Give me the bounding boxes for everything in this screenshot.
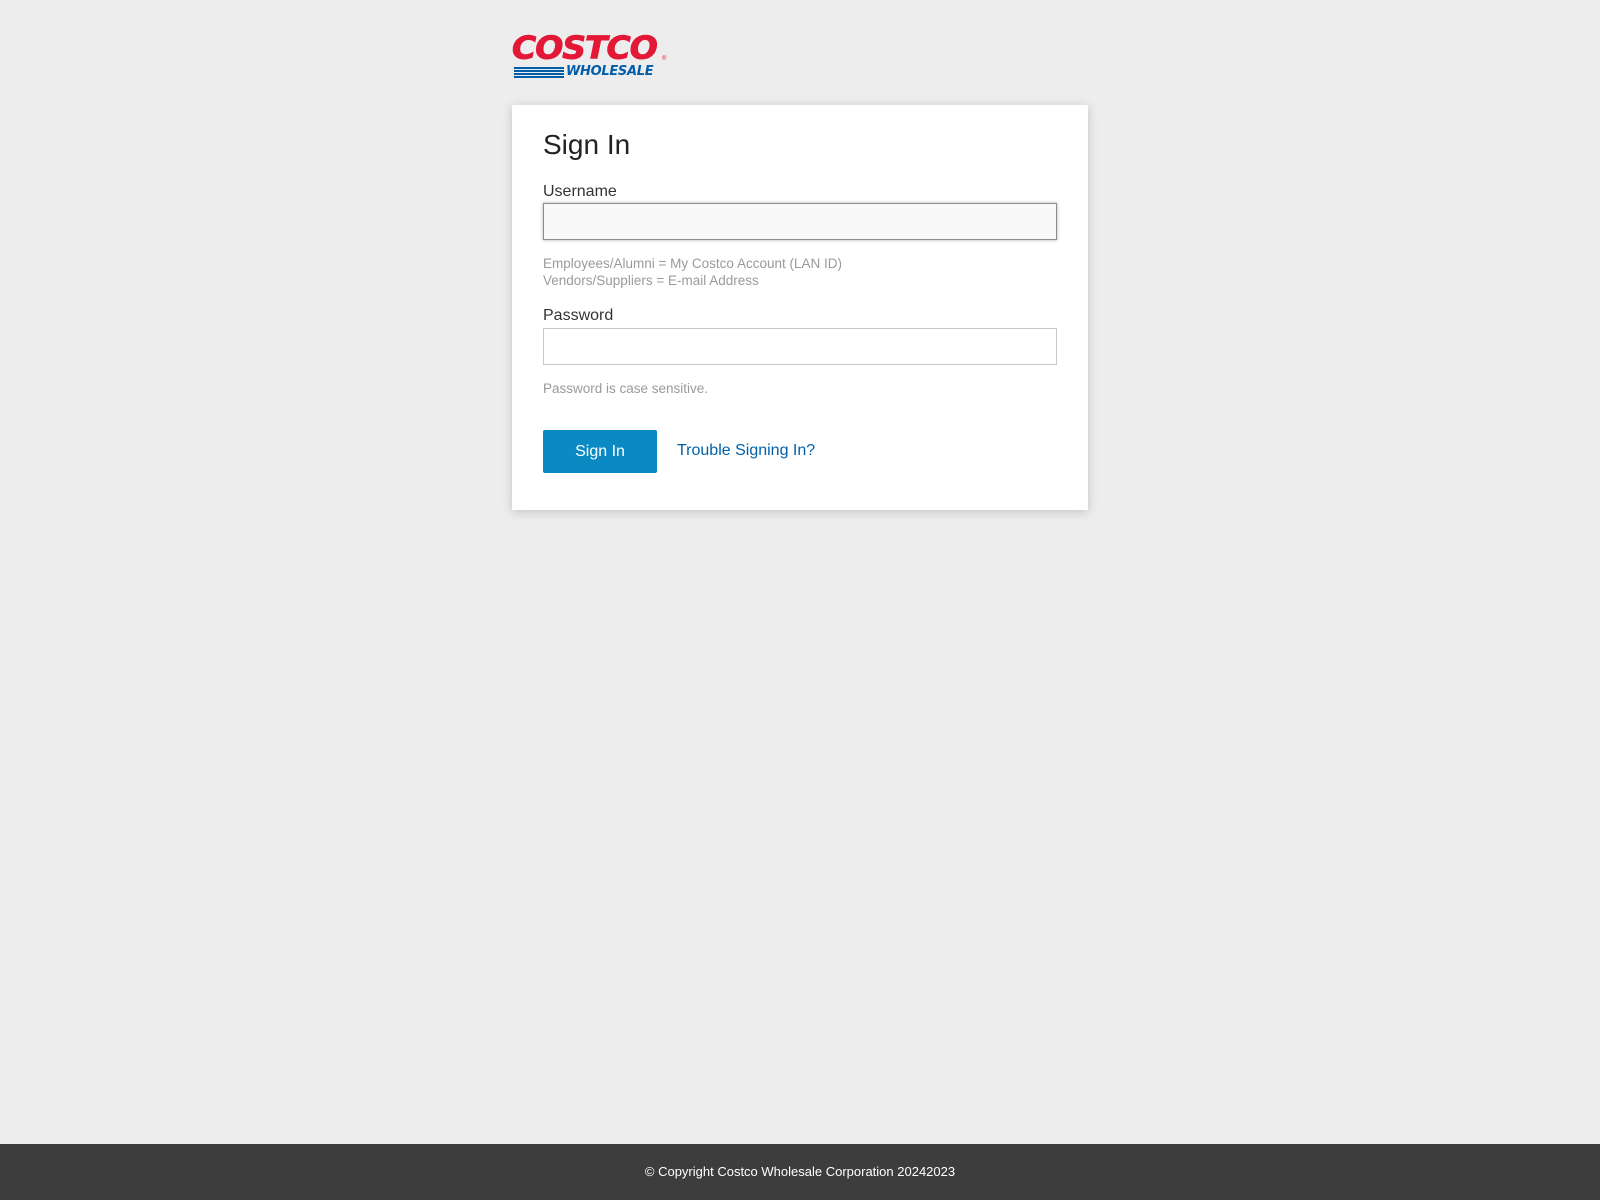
username-hint-employees: Employees/Alumni = My Costco Account (LA… bbox=[543, 256, 842, 271]
costco-wholesale-logo: COSTCO ® WHOLESALE bbox=[512, 32, 672, 80]
username-label: Username bbox=[543, 183, 617, 200]
logo-costco-text: COSTCO bbox=[512, 29, 659, 67]
sign-in-card: Sign In Username Employees/Alumni = My C… bbox=[512, 105, 1088, 510]
footer: © Copyright Costco Wholesale Corporation… bbox=[0, 1144, 1600, 1200]
trouble-signing-in-link[interactable]: Trouble Signing In? bbox=[677, 442, 815, 460]
password-hint: Password is case sensitive. bbox=[543, 381, 709, 396]
password-label: Password bbox=[543, 307, 614, 324]
logo-stripes bbox=[514, 67, 564, 79]
copyright-text: © Copyright Costco Wholesale Corporation… bbox=[644, 1164, 956, 1179]
username-hint-vendors: Vendors/Suppliers = E-mail Address bbox=[543, 273, 759, 288]
page-title: Sign In bbox=[543, 129, 631, 160]
username-input[interactable] bbox=[543, 203, 1057, 240]
logo-registered-mark: ® bbox=[662, 56, 667, 62]
password-input[interactable] bbox=[543, 328, 1057, 365]
logo-wholesale-text: WHOLESALE bbox=[566, 64, 654, 79]
sign-in-button[interactable]: Sign In bbox=[543, 430, 657, 473]
